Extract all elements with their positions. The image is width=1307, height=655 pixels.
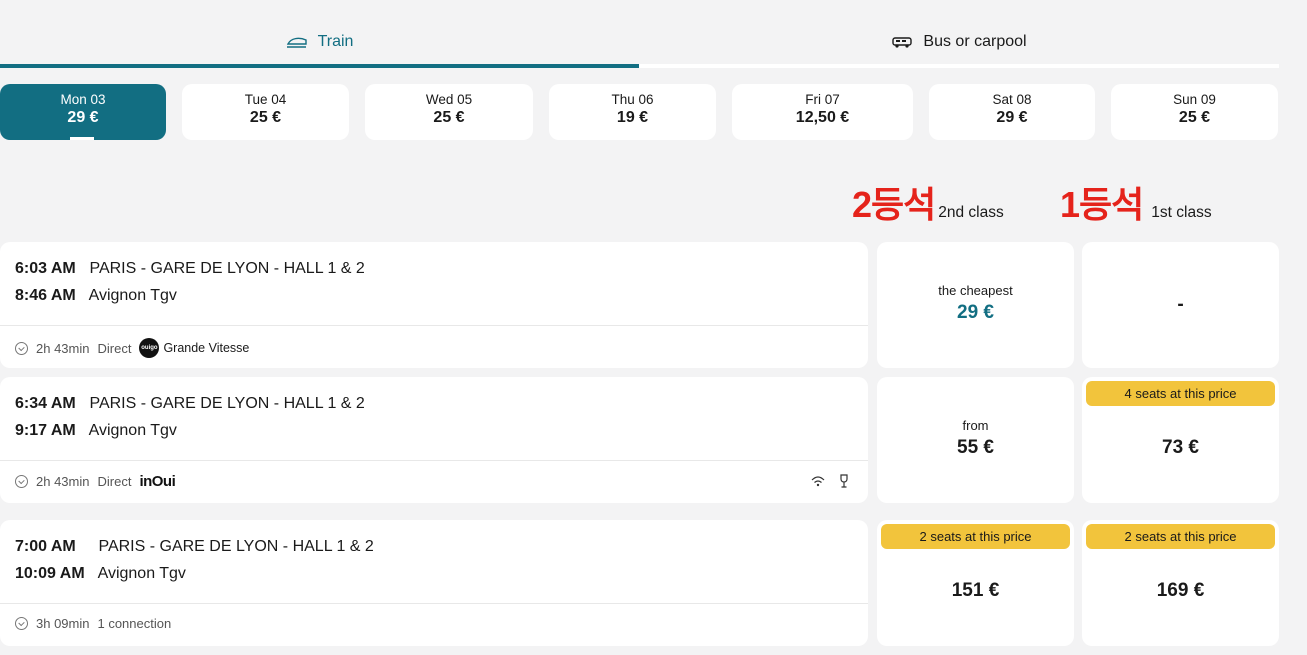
journey-meta: 3h 09min 1 connection <box>15 616 171 631</box>
fare-second-class[interactable]: from 55 € <box>877 377 1074 503</box>
date-price: 25 € <box>433 109 465 126</box>
departure-line: 7:00 AM PARIS - GARE DE LYON - HALL 1 & … <box>15 538 374 556</box>
duration: 2h 43min <box>36 340 90 356</box>
date-price: 25 € <box>1178 109 1211 126</box>
departure-station: PARIS - GARE DE LYON - HALL 1 & 2 <box>89 395 365 412</box>
date-price: 19 € <box>616 109 649 126</box>
arrival-line: 10:09 AM Avignon Tgv <box>15 565 186 583</box>
date-price: 12,50 € <box>795 109 850 126</box>
tab-train-label: Train <box>317 33 354 50</box>
arrival-line: 8:46 AM Avignon Tgv <box>15 287 177 305</box>
selected-indicator <box>70 137 94 140</box>
bar-icon <box>838 474 850 491</box>
journey-type: 1 connection <box>97 616 172 631</box>
second-class-label: 2nd class <box>938 204 1004 221</box>
date-day: Thu 06 <box>611 92 654 107</box>
arrival-station: Avignon Tgv <box>88 287 177 304</box>
duration: 2h 43min <box>36 474 90 489</box>
duration: 3h 09min <box>36 616 90 631</box>
date-card-fri-07[interactable]: Fri 07 12,50 € <box>732 84 913 140</box>
journey-type: Direct <box>97 340 132 356</box>
departure-station: PARIS - GARE DE LYON - HALL 1 & 2 <box>98 538 374 555</box>
date-card-thu-06[interactable]: Thu 06 19 € <box>549 84 716 140</box>
journey-card[interactable]: 6:34 AM PARIS - GARE DE LYON - HALL 1 & … <box>0 377 868 503</box>
fare-unavailable: - <box>1177 294 1184 315</box>
clock-icon <box>15 341 28 355</box>
wifi-icon <box>810 474 826 491</box>
date-card-wed-05[interactable]: Wed 05 25 € <box>365 84 533 140</box>
date-day: Fri 07 <box>805 92 840 107</box>
clock-icon <box>15 475 28 488</box>
journey-card[interactable]: 6:03 AM PARIS - GARE DE LYON - HALL 1 & … <box>0 242 868 368</box>
inoui-logo: inOui <box>139 473 176 490</box>
date-day: Mon 03 <box>60 92 106 107</box>
fare-price: 151 € <box>951 580 1000 601</box>
journey-type: Direct <box>97 474 132 489</box>
fare-price: 169 € <box>1156 580 1205 601</box>
operator-name: Grande Vitesse <box>163 341 250 355</box>
ouigo-logo: ouigo <box>139 338 160 358</box>
tab-bus-label: Bus or carpool <box>923 33 1027 50</box>
seats-badge: 4 seats at this price <box>1086 381 1275 406</box>
second-class-annotation: 2등석 <box>852 184 936 225</box>
bus-icon <box>891 35 913 49</box>
departure-time: 6:03 AM <box>15 260 76 277</box>
date-card-sat-08[interactable]: Sat 08 29 € <box>929 84 1095 140</box>
departure-station: PARIS - GARE DE LYON - HALL 1 & 2 <box>89 260 365 277</box>
fare-price: 55 € <box>957 437 994 458</box>
journey-meta: 2h 43min Direct ouigo Grande Vitesse <box>15 338 249 358</box>
fare-first-class[interactable]: 2 seats at this price 169 € <box>1082 520 1279 646</box>
first-class-label: 1st class <box>1151 204 1212 221</box>
fare-first-class[interactable]: 4 seats at this price 73 € <box>1082 377 1279 503</box>
clock-icon <box>15 617 28 630</box>
date-day: Sat 08 <box>992 92 1032 107</box>
divider <box>0 603 868 604</box>
fare-second-class[interactable]: 2 seats at this price 151 € <box>877 520 1074 646</box>
divider <box>0 460 868 461</box>
date-card-mon-03[interactable]: Mon 03 29 € <box>0 84 166 140</box>
departure-time: 7:00 AM <box>15 538 76 555</box>
departure-line: 6:34 AM PARIS - GARE DE LYON - HALL 1 & … <box>15 395 365 413</box>
seats-badge: 2 seats at this price <box>881 524 1070 549</box>
arrival-station: Avignon Tgv <box>88 422 177 439</box>
journey-card[interactable]: 7:00 AM PARIS - GARE DE LYON - HALL 1 & … <box>0 520 868 646</box>
fare-label: from <box>962 418 989 433</box>
second-class-header: 2등석 2nd class <box>852 176 1004 228</box>
fare-first-class: - <box>1082 242 1279 368</box>
date-price: 29 € <box>67 109 99 126</box>
date-card-tue-04[interactable]: Tue 04 25 € <box>182 84 349 140</box>
fare-label: the cheapest <box>938 283 1013 298</box>
transport-tabs: Train Bus or carpool <box>0 0 1279 68</box>
departure-line: 6:03 AM PARIS - GARE DE LYON - HALL 1 & … <box>15 260 365 278</box>
arrival-time: 10:09 AM <box>15 565 85 582</box>
departure-time: 6:34 AM <box>15 395 76 412</box>
tab-bus[interactable]: Bus or carpool <box>639 26 1279 58</box>
first-class-annotation: 1등석 <box>1060 184 1144 225</box>
seats-badge: 2 seats at this price <box>1086 524 1275 549</box>
arrival-time: 9:17 AM <box>15 422 76 439</box>
journey-meta: 2h 43min Direct inOui <box>15 473 176 490</box>
date-price: 29 € <box>996 109 1028 126</box>
fare-price: 29 € <box>957 302 994 323</box>
tab-train[interactable]: Train <box>0 26 639 58</box>
date-card-sun-09[interactable]: Sun 09 25 € <box>1111 84 1278 140</box>
arrival-time: 8:46 AM <box>15 287 76 304</box>
train-icon <box>286 35 308 49</box>
fare-price: 73 € <box>1162 437 1199 458</box>
tab-active-indicator <box>0 64 639 68</box>
divider <box>0 325 868 326</box>
arrival-line: 9:17 AM Avignon Tgv <box>15 422 177 440</box>
arrival-station: Avignon Tgv <box>97 565 186 582</box>
amenities <box>810 474 850 491</box>
date-day: Wed 05 <box>425 92 473 107</box>
date-price: 25 € <box>249 109 282 126</box>
first-class-header: 1등석 1st class <box>1060 176 1212 228</box>
fare-second-class[interactable]: the cheapest 29 € <box>877 242 1074 368</box>
date-day: Tue 04 <box>244 92 287 107</box>
date-day: Sun 09 <box>1173 92 1216 107</box>
